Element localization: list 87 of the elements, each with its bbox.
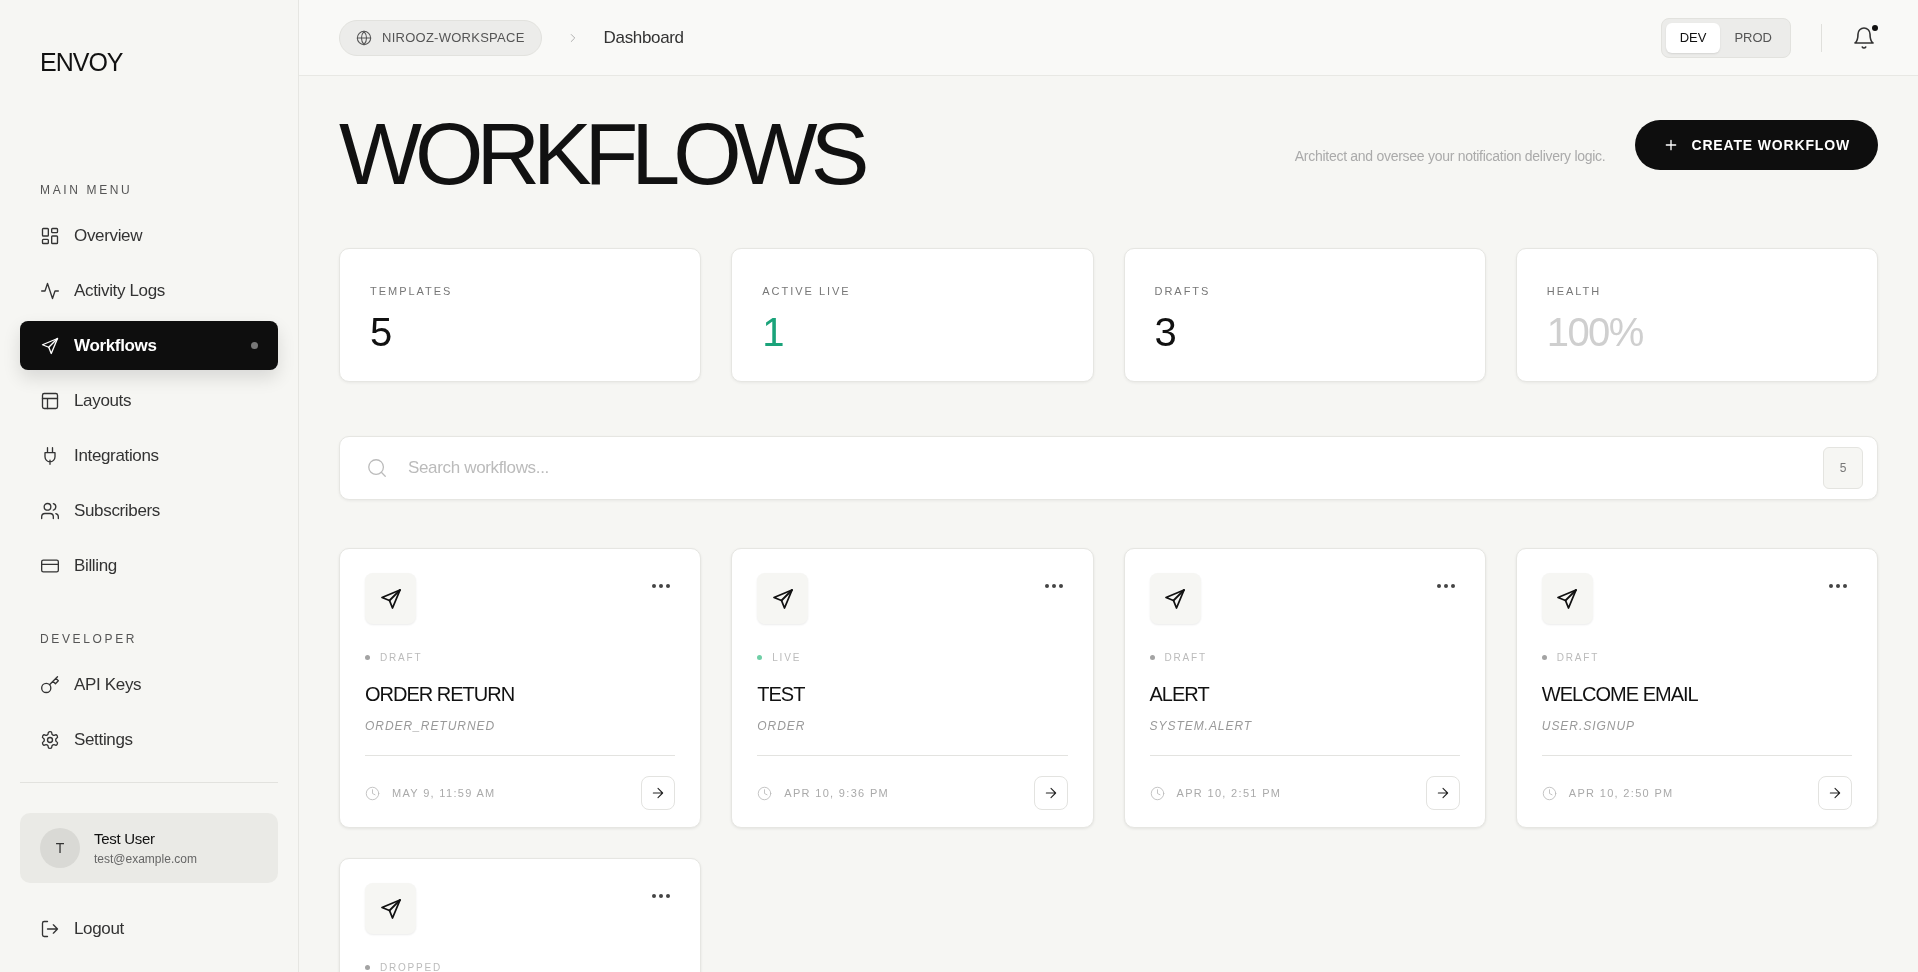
workflow-name: TEST [757,682,805,707]
paper-plane-icon [770,586,795,611]
paper-plane-icon [1163,586,1187,611]
stat-value: 1 [762,311,783,352]
page-title: WORKFLOWS [339,110,863,205]
trigger-id: ORDER_RETURNED [365,718,496,735]
nav-item[interactable]: Workflows [20,321,278,370]
more-options-button[interactable] [652,893,671,899]
updated-time: APR 10, 9:36 PM [784,785,890,801]
result-count: 5 [1823,447,1863,489]
more-options-button[interactable] [1436,583,1455,589]
logout-button[interactable]: Logout [20,911,144,947]
nav-item[interactable]: Billing [20,541,278,590]
environment-tab[interactable]: DEV [1665,22,1721,53]
stat-label: HEALTH [1546,284,1602,299]
user-card[interactable]: T Test User test@example.com [20,813,278,883]
workflow-name: ORDER RETURN [365,682,515,707]
status-label: DRAFT [1164,651,1207,665]
user-name: Test User [94,828,156,849]
clock-icon [1541,785,1557,801]
status-label: DRAFT [380,651,423,665]
nav-item[interactable]: API Keys [20,660,278,709]
workflow-name: ALERT [1149,682,1209,707]
logout-icon [40,919,60,939]
workflow-name: WELCOME EMAIL [1541,682,1698,707]
nav-item[interactable]: Subscribers [20,486,278,535]
nav-item[interactable]: Layouts [20,376,278,425]
settings-icon [40,729,60,750]
status-label: LIVE [772,651,802,665]
layout-icon [40,390,60,411]
pulse-icon [40,280,60,301]
user-email: test@example.com [94,851,197,869]
open-workflow-button[interactable] [641,776,676,810]
open-workflow-button[interactable] [1818,776,1852,810]
nav-item[interactable]: Activity Logs [20,266,278,315]
clock-icon [757,785,773,801]
stat-label: ACTIVE LIVE [762,284,851,299]
paper-plane-icon [1555,586,1580,611]
trigger-id: ORDER [757,718,806,735]
breadcrumb-current: Dashboard [603,26,684,49]
page-subtitle: Architect and oversee your notification delivery logic. [1294,146,1606,166]
environment-tab[interactable]: PROD [1720,22,1786,53]
section-heading: MAIN MENU [40,182,133,199]
clock-icon [1149,785,1165,801]
stat-value: 3 [1154,311,1176,352]
paper-plane-icon [378,896,403,921]
active-indicator [251,342,258,349]
search-icon [366,457,388,479]
open-workflow-button[interactable] [1425,776,1460,810]
stat-label: DRAFTS [1154,284,1211,299]
search-field[interactable]: Search workflows... 5 [339,436,1878,500]
arrow-right-icon [1827,785,1843,801]
updated-time: APR 10, 2:50 PM [1568,785,1674,801]
notifications-button[interactable] [1852,24,1878,51]
search-input[interactable]: Search workflows... [408,455,1803,481]
workflow-card[interactable]: DRAFT ORDER RETURN ORDER_RETURNED MAY 9, 11:59 AM [339,548,702,828]
stat-value: 5 [370,311,391,352]
more-options-button[interactable] [1044,583,1063,589]
paper-plane-icon [40,335,60,356]
bell-icon [1852,25,1876,50]
open-workflow-button[interactable] [1033,776,1068,810]
clock-icon [365,785,380,801]
workflow-card[interactable]: DRAFT ALERT SYSTEM.ALERT APR 10, 2:51 PM [1123,548,1486,828]
more-options-button[interactable] [1829,583,1847,589]
status-label: DROPPED [380,961,443,972]
nav-item[interactable]: Overview [20,211,278,260]
logo: ENVOY [40,50,123,75]
updated-time: APR 10, 2:51 PM [1176,785,1282,801]
avatar: T [40,828,80,868]
globe-icon [356,29,372,46]
workflow-card[interactable]: DRAFT WELCOME EMAIL USER.SIGNUP APR 10, 2:50 PM [1515,548,1878,828]
grid-icon [40,225,60,246]
users-icon [40,500,60,521]
trigger-id: USER.SIGNUP [1541,718,1635,735]
stat-label: TEMPLATES [370,284,453,299]
nav-item[interactable]: Settings [20,715,278,764]
more-options-button[interactable] [652,583,671,589]
key-icon [40,674,60,695]
workspace-chip[interactable]: NIROOZ-WORKSPACE [339,19,542,56]
status-label: DRAFT [1556,651,1600,665]
create-workflow-button[interactable]: CREATE WORKFLOW [1635,120,1878,170]
section-heading: DEVELOPER [40,631,138,648]
updated-time: MAY 9, 11:59 AM [392,785,496,801]
paper-plane-icon [378,586,403,611]
nav-item[interactable]: Integrations [20,431,278,480]
trigger-id: SYSTEM.ALERT [1149,718,1253,735]
workflow-card[interactable]: LIVE TEST ORDER APR 10, 9:36 PM [731,548,1094,828]
